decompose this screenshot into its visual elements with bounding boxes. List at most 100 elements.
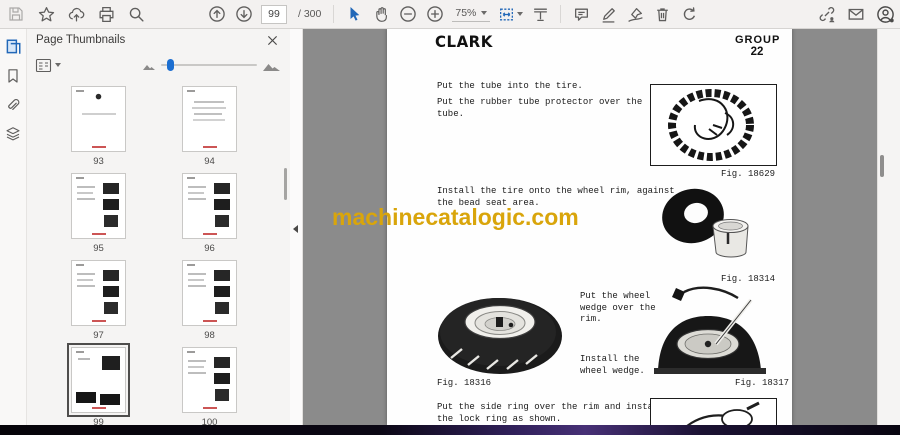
email-icon[interactable]	[846, 3, 866, 25]
clark-logo: CLARK	[435, 32, 493, 52]
print-icon[interactable]	[96, 3, 116, 25]
thumbnail-image[interactable]	[182, 260, 237, 326]
share-link-icon[interactable]	[817, 3, 837, 25]
figure-18314-caption: Fig. 18314	[721, 274, 776, 284]
thumbnail-label: 96	[204, 243, 215, 254]
comment-icon[interactable]	[571, 3, 591, 25]
large-thumbnails-icon[interactable]	[263, 59, 280, 71]
paragraph-side-ring: Put the side ring over the rim and insta…	[437, 402, 664, 424]
thumbnail-page-94[interactable]: 94	[182, 86, 237, 167]
figure-18629-image	[650, 84, 777, 166]
layers-icon[interactable]	[3, 124, 23, 144]
chevron-down-icon	[516, 12, 523, 16]
thumbnail-image[interactable]	[71, 260, 126, 326]
left-navigation-rail	[0, 28, 27, 425]
cloud-upload-icon[interactable]	[66, 3, 86, 25]
thumbnail-label: 94	[204, 156, 215, 167]
thumbnail-grid: 93 94 95 96 97 98 99 100	[27, 86, 334, 428]
thumbnail-page-98[interactable]: 98	[182, 260, 237, 341]
group-heading: GROUP 22	[735, 34, 779, 58]
slider-track[interactable]	[161, 59, 257, 71]
thumbnail-page-93[interactable]: 93	[71, 86, 126, 167]
site-watermark: machinecatalogic.com	[332, 204, 579, 230]
figure-18629-caption: Fig. 18629	[721, 169, 776, 179]
thumbnail-label: 93	[93, 156, 104, 167]
thumbnail-options-button[interactable]	[35, 58, 61, 73]
star-icon[interactable]	[36, 3, 56, 25]
thumbnail-size-slider	[143, 52, 280, 78]
panel-title: Page Thumbnails	[36, 34, 126, 46]
thumbnail-label: 98	[204, 330, 215, 341]
thumbnail-image[interactable]	[182, 173, 237, 239]
pdf-viewer-window: 99 / 300 75% Page Thumbnails 93 94 95 96…	[0, 0, 900, 435]
document-view-area[interactable]: CLARK GROUP 22 Put the tube into the tir…	[302, 28, 877, 425]
thumbnail-image[interactable]	[182, 347, 237, 413]
chevron-down-icon	[481, 11, 488, 15]
chevron-down-icon	[55, 63, 61, 67]
taskbar-edge	[0, 425, 900, 435]
thumbnail-image-selected[interactable]	[67, 343, 130, 417]
thumbnail-label: 95	[93, 243, 104, 254]
small-thumbnails-icon[interactable]	[143, 61, 155, 70]
toolbar-separator	[560, 5, 562, 23]
zoom-in-icon[interactable]	[425, 3, 445, 25]
document-scrollbar[interactable]	[877, 28, 900, 425]
page-total-label: / 300	[298, 8, 322, 20]
toolbar-nav-group: 99 / 300 75%	[207, 0, 699, 28]
page-number-input[interactable]: 99	[261, 4, 287, 24]
account-icon[interactable]	[875, 3, 895, 25]
toolbar-share-group	[817, 0, 895, 28]
figure-bottom-partial-image	[650, 398, 777, 425]
thumbnail-page-97[interactable]: 97	[71, 260, 126, 341]
collapse-panel-icon[interactable]	[293, 225, 298, 233]
zoom-out-icon[interactable]	[398, 3, 418, 25]
toolbar-file-group	[6, 0, 146, 28]
document-scrollbar-thumb[interactable]	[880, 155, 884, 177]
fit-width-dropdown[interactable]	[497, 3, 523, 25]
zoom-level-value: 75%	[455, 7, 477, 19]
search-icon[interactable]	[126, 3, 146, 25]
thumbnail-page-96[interactable]: 96	[182, 173, 237, 254]
bookmarks-icon[interactable]	[3, 66, 23, 86]
thumbnail-image[interactable]	[182, 86, 237, 152]
group-label: GROUP	[735, 34, 781, 46]
panel-scrollbar-thumb[interactable]	[284, 168, 287, 200]
thumbnail-page-95[interactable]: 95	[71, 173, 126, 254]
close-icon[interactable]	[262, 30, 282, 50]
figure-18317-caption: Fig. 18317	[735, 378, 790, 388]
sign-icon[interactable]	[625, 3, 645, 25]
thumbnail-page-99-current[interactable]: 99	[67, 343, 130, 428]
panel-header: Page Thumbnails	[27, 28, 290, 52]
thumbnail-image[interactable]	[71, 173, 126, 239]
panel-controls	[27, 52, 290, 78]
top-toolbar: 99 / 300 75%	[0, 0, 900, 29]
figure-18316-caption: Fig. 18316	[437, 378, 492, 388]
delete-icon[interactable]	[652, 3, 672, 25]
thumbnail-page-100[interactable]: 100	[182, 347, 237, 428]
slider-handle[interactable]	[167, 59, 174, 71]
group-number: 22	[750, 46, 764, 58]
page-thumbnails-panel: Page Thumbnails 93 94 95 96 97 98 99 100	[27, 28, 290, 428]
page-display-icon[interactable]	[530, 3, 550, 25]
paragraph-tube: Put the tube into the tire.	[437, 81, 583, 91]
paragraph-wheel-wedge: Put the wheel wedge over the rim.	[580, 291, 656, 324]
select-tool-icon[interactable]	[344, 3, 364, 25]
thumbnail-label: 97	[93, 330, 104, 341]
paragraph-protector: Put the rubber tube protector over the t…	[437, 97, 643, 119]
panel-collapse-strip	[290, 28, 303, 425]
save-icon[interactable]	[6, 3, 26, 25]
attachments-icon[interactable]	[3, 95, 23, 115]
figure-18314-image	[655, 186, 765, 271]
page-up-icon[interactable]	[207, 3, 227, 25]
paragraph-install-wedge: Install the wheel wedge.	[580, 354, 645, 376]
rotate-icon[interactable]	[679, 3, 699, 25]
highlight-pencil-icon[interactable]	[598, 3, 618, 25]
thumbnail-image[interactable]	[71, 86, 126, 152]
toolbar-separator	[333, 5, 335, 23]
hand-tool-icon[interactable]	[371, 3, 391, 25]
figure-18316-image	[435, 284, 565, 381]
page-thumbnails-icon[interactable]	[3, 37, 23, 57]
page-down-icon[interactable]	[234, 3, 254, 25]
zoom-level-dropdown[interactable]: 75%	[452, 6, 491, 22]
figure-18317-image	[650, 284, 770, 381]
